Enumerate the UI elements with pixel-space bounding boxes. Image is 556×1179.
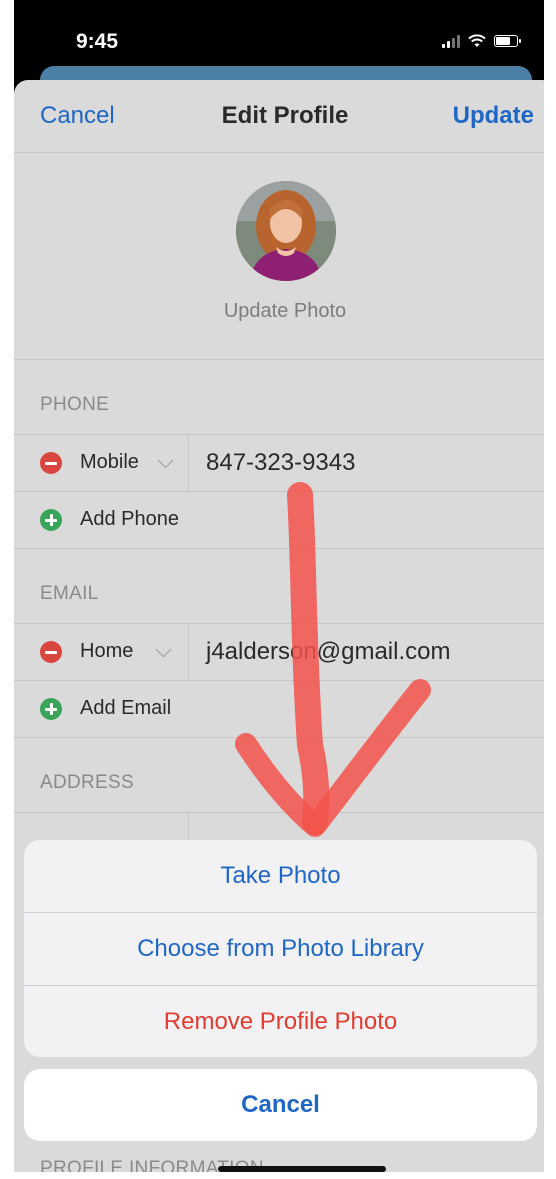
update-photo-link[interactable]: Update Photo [14, 300, 556, 323]
address-section-header: ADDRESS [14, 738, 556, 812]
status-time: 9:45 [76, 30, 119, 53]
status-icons [442, 30, 521, 52]
right-edge [544, 0, 556, 1179]
email-type-label[interactable]: Home [80, 640, 133, 663]
phone-screen: 9:45 Cancel Edit Profile Update Update P… [0, 0, 556, 1179]
nav-bar: Cancel Edit Profile Update [14, 80, 556, 153]
phone-row: Mobile 847-323-9343 [14, 434, 556, 491]
chevron-down-icon[interactable] [157, 452, 174, 469]
email-header-label: EMAIL [40, 583, 99, 604]
avatar-photo [236, 181, 336, 281]
left-edge [0, 0, 14, 1179]
update-button[interactable]: Update [453, 102, 534, 130]
action-sheet: Take Photo Choose from Photo Library Rem… [24, 840, 537, 1057]
email-section-header: EMAIL [14, 549, 556, 623]
add-phone-label[interactable]: Add Phone [80, 508, 179, 531]
cancel-action-button[interactable]: Cancel [24, 1069, 537, 1141]
bottom-edge [0, 1172, 556, 1179]
add-email-label[interactable]: Add Email [80, 697, 171, 720]
battery-icon [494, 35, 521, 47]
phone-number-field[interactable]: 847-323-9343 [206, 449, 355, 477]
add-phone-row[interactable]: Add Phone [14, 491, 556, 549]
plus-circle-icon[interactable] [40, 509, 62, 531]
row-divider [188, 435, 189, 491]
remove-profile-photo-button[interactable]: Remove Profile Photo [24, 986, 537, 1057]
take-photo-button[interactable]: Take Photo [24, 840, 537, 913]
minus-circle-icon[interactable] [40, 452, 62, 474]
row-divider [188, 624, 189, 680]
phone-section-header: PHONE [14, 360, 556, 434]
phone-header-label: PHONE [40, 394, 110, 415]
chevron-down-icon[interactable] [155, 641, 172, 658]
plus-circle-icon[interactable] [40, 698, 62, 720]
wifi-icon [468, 34, 486, 47]
address-header-label: ADDRESS [40, 772, 134, 793]
photo-area: Update Photo [14, 153, 556, 360]
phone-type-label[interactable]: Mobile [80, 451, 139, 474]
avatar[interactable] [236, 181, 336, 281]
email-field[interactable]: j4alderson@gmail.com [206, 638, 450, 666]
add-email-row[interactable]: Add Email [14, 680, 556, 738]
minus-circle-icon[interactable] [40, 641, 62, 663]
signal-icon [442, 34, 460, 48]
choose-photo-library-button[interactable]: Choose from Photo Library [24, 913, 537, 986]
status-bar: 9:45 [14, 8, 544, 64]
email-row: Home j4alderson@gmail.com [14, 623, 556, 680]
